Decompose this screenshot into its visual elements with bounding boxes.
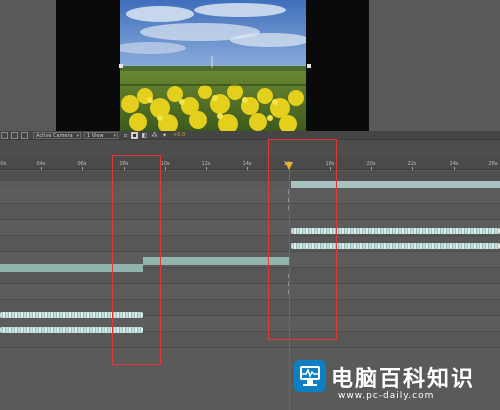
ruler-label: 00s xyxy=(0,161,7,167)
watermark-url: www.pc-daily.com xyxy=(338,391,435,401)
toggle-pixel-icon[interactable]: ▫ xyxy=(122,132,129,139)
viewer-toolbar: Active Camera 1 View ▫ ▪ ◧ ⁂ ✦ +0.0 xyxy=(0,131,500,140)
render-icon[interactable] xyxy=(1,132,8,139)
region-icon[interactable]: ◧ xyxy=(141,132,148,139)
ruler-tick xyxy=(412,167,413,170)
watermark-title: 电脑百科知识 xyxy=(331,367,476,392)
ruler-label: 26s xyxy=(488,161,498,167)
ruler-tick xyxy=(454,167,455,170)
after-effects-window: Active Camera 1 View ▫ ▪ ◧ ⁂ ✦ +0.0 00s … xyxy=(0,0,500,410)
work-area-bar[interactable] xyxy=(0,171,500,181)
monitor-icon xyxy=(300,366,320,380)
view-layout-select[interactable]: 1 View xyxy=(84,132,118,140)
composition-viewer[interactable] xyxy=(0,0,500,131)
layer-row[interactable] xyxy=(0,204,500,220)
resize-handle-left[interactable] xyxy=(119,64,123,68)
landscape-image xyxy=(120,0,306,131)
active-camera-select[interactable]: Active Camera xyxy=(33,132,81,140)
layer-row[interactable] xyxy=(0,188,500,204)
grid-icon[interactable] xyxy=(11,132,18,139)
transparency-grid-icon[interactable]: ▪ xyxy=(131,132,138,139)
monitor-base xyxy=(303,384,317,386)
timeline-header xyxy=(0,140,500,158)
ruler-tick xyxy=(82,167,83,170)
ruler-tick xyxy=(247,167,248,170)
highlight-box-left xyxy=(112,155,161,365)
layer-row[interactable] xyxy=(0,284,500,300)
ruler-tick xyxy=(371,167,372,170)
ruler-tick xyxy=(206,167,207,170)
flowchart-icon[interactable]: ⁂ xyxy=(151,132,158,139)
resize-handle-right[interactable] xyxy=(307,64,311,68)
footage-preview xyxy=(120,0,306,131)
fast-preview-icon[interactable] xyxy=(21,132,28,139)
highlight-box-right xyxy=(268,139,337,340)
reset-exposure-icon[interactable]: ✦ xyxy=(161,132,168,139)
exposure-value[interactable]: +0.0 xyxy=(173,132,185,139)
ruler-tick xyxy=(165,167,166,170)
ruler-tick xyxy=(41,167,42,170)
layer-row[interactable] xyxy=(0,332,500,348)
